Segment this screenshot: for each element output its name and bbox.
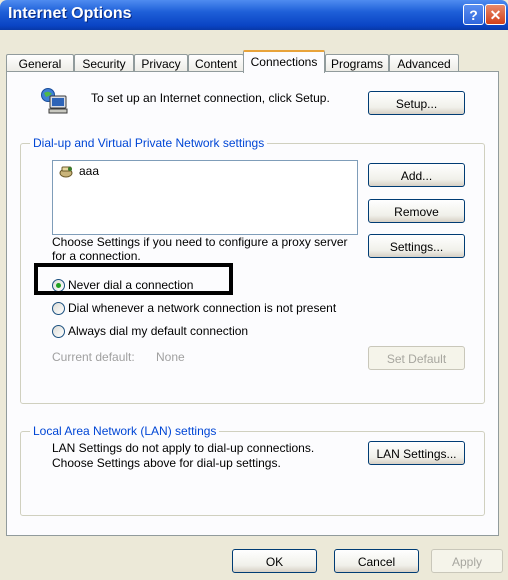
ok-button[interactable]: OK <box>232 549 317 573</box>
help-button[interactable]: ? <box>463 4 484 25</box>
tab-privacy[interactable]: Privacy <box>134 54 188 72</box>
radio-always-dial-label[interactable]: Always dial my default connection <box>68 324 248 339</box>
tab-advanced[interactable]: Advanced <box>389 54 459 72</box>
cancel-button[interactable]: Cancel <box>334 549 419 573</box>
window-title: Internet Options <box>8 5 132 22</box>
close-button[interactable]: ✕ <box>485 4 506 25</box>
tab-content[interactable]: Content <box>188 54 244 72</box>
tab-programs[interactable]: Programs <box>325 54 389 72</box>
radio-always-dial[interactable] <box>52 325 65 338</box>
network-computer-icon <box>40 87 70 115</box>
apply-button[interactable]: Apply <box>431 549 503 573</box>
radio-dial-whenever-label[interactable]: Dial whenever a network connection is no… <box>68 301 336 316</box>
radio-dial-whenever[interactable] <box>52 302 65 315</box>
current-default-label: Current default: <box>52 350 135 364</box>
current-default-value: None <box>156 350 185 364</box>
remove-button[interactable]: Remove <box>368 199 465 223</box>
lan-settings-button[interactable]: LAN Settings... <box>368 441 465 465</box>
lan-group-label: Local Area Network (LAN) settings <box>30 424 220 438</box>
tab-security[interactable]: Security <box>74 54 134 72</box>
setup-button[interactable]: Setup... <box>368 91 465 115</box>
tab-connections[interactable]: Connections <box>243 50 325 73</box>
dialup-connection-icon <box>59 165 74 178</box>
title-bar[interactable]: Internet Options ? ✕ <box>0 0 508 30</box>
proxy-settings-text: Choose Settings if you need to configure… <box>52 235 348 263</box>
set-default-button[interactable]: Set Default <box>368 346 465 370</box>
connections-listbox[interactable]: aaa <box>52 160 358 235</box>
settings-button[interactable]: Settings... <box>368 234 465 258</box>
annotation-highlight-box <box>34 263 233 295</box>
lan-settings-text: LAN Settings do not apply to dial-up con… <box>52 441 315 470</box>
setup-instruction: To set up an Internet connection, click … <box>91 91 330 105</box>
tab-general[interactable]: General <box>6 54 74 72</box>
add-button[interactable]: Add... <box>368 163 465 187</box>
connection-name: aaa <box>79 164 100 178</box>
internet-options-window: Internet Options ? ✕ General Security Pr… <box>0 0 508 580</box>
dialup-group-label: Dial-up and Virtual Private Network sett… <box>30 136 268 150</box>
